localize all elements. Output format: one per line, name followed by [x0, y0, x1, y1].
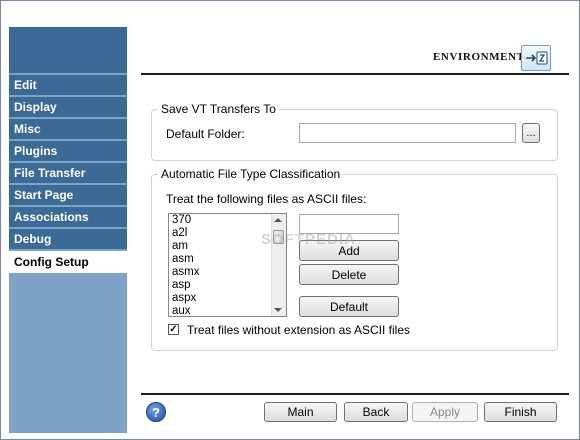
list-item[interactable]: asm: [169, 253, 286, 266]
save-vt-transfers-legend: Save VT Transfers To: [158, 102, 279, 116]
sidebar-item-misc[interactable]: Misc: [9, 119, 127, 139]
sidebar-item-associations[interactable]: Associations: [9, 207, 127, 227]
list-item[interactable]: asmx: [169, 266, 286, 279]
settings-window: Edit Display Misc Plugins File Transfer …: [0, 0, 580, 440]
list-item[interactable]: aux: [169, 305, 286, 316]
treat-ascii-label: Treat the following files as ASCII files…: [166, 192, 367, 206]
sidebar-item-plugins[interactable]: Plugins: [9, 141, 127, 161]
main-button[interactable]: Main: [264, 402, 337, 422]
watermark-text: SOFTPEDIA: [261, 231, 356, 248]
file-type-classification-legend: Automatic File Type Classification: [158, 167, 344, 181]
default-folder-label: Default Folder:: [166, 127, 245, 141]
ascii-extensions-list[interactable]: 370 a2l am asm asmx asp aspx aux: [168, 213, 287, 317]
scroll-down-arrow-icon[interactable]: [274, 308, 282, 312]
sidebar-item-start-page[interactable]: Start Page: [9, 185, 127, 205]
finish-button[interactable]: Finish: [484, 402, 557, 422]
footer-divider: [141, 393, 569, 395]
default-folder-input[interactable]: [299, 123, 516, 143]
no-extension-ascii-checkbox[interactable]: ✓: [168, 324, 179, 335]
sidebar-header-panel: [9, 27, 127, 73]
sidebar-item-edit[interactable]: Edit: [9, 75, 127, 95]
sidebar-nav: Edit Display Misc Plugins File Transfer …: [9, 75, 127, 275]
help-icon[interactable]: ?: [146, 402, 166, 422]
delete-extension-button[interactable]: Delete: [299, 264, 399, 285]
back-button[interactable]: Back: [344, 402, 408, 422]
environment-settings-icon: [521, 45, 551, 71]
file-type-classification-group: Automatic File Type Classification Treat…: [151, 167, 558, 351]
sidebar-item-config-setup[interactable]: Config Setup: [9, 251, 127, 273]
page-title: ENVIRONMENT: [433, 51, 525, 63]
list-item[interactable]: asp: [169, 279, 286, 292]
sidebar-item-debug[interactable]: Debug: [9, 229, 127, 249]
list-scrollbar[interactable]: [271, 214, 286, 316]
sidebar: Edit Display Misc Plugins File Transfer …: [9, 27, 127, 433]
apply-button[interactable]: Apply: [412, 402, 478, 422]
no-extension-ascii-label: Treat files without extension as ASCII f…: [187, 323, 410, 337]
sidebar-item-file-transfer[interactable]: File Transfer: [9, 163, 127, 183]
scroll-up-arrow-icon[interactable]: [274, 218, 282, 222]
save-vt-transfers-group: Save VT Transfers To Default Folder: ...: [151, 102, 558, 161]
list-item[interactable]: aspx: [169, 292, 286, 305]
sidebar-item-display[interactable]: Display: [9, 97, 127, 117]
header-divider: [141, 73, 569, 75]
list-item[interactable]: 370: [169, 214, 286, 227]
browse-folder-button[interactable]: ...: [522, 123, 540, 143]
default-extensions-button[interactable]: Default: [299, 296, 399, 317]
